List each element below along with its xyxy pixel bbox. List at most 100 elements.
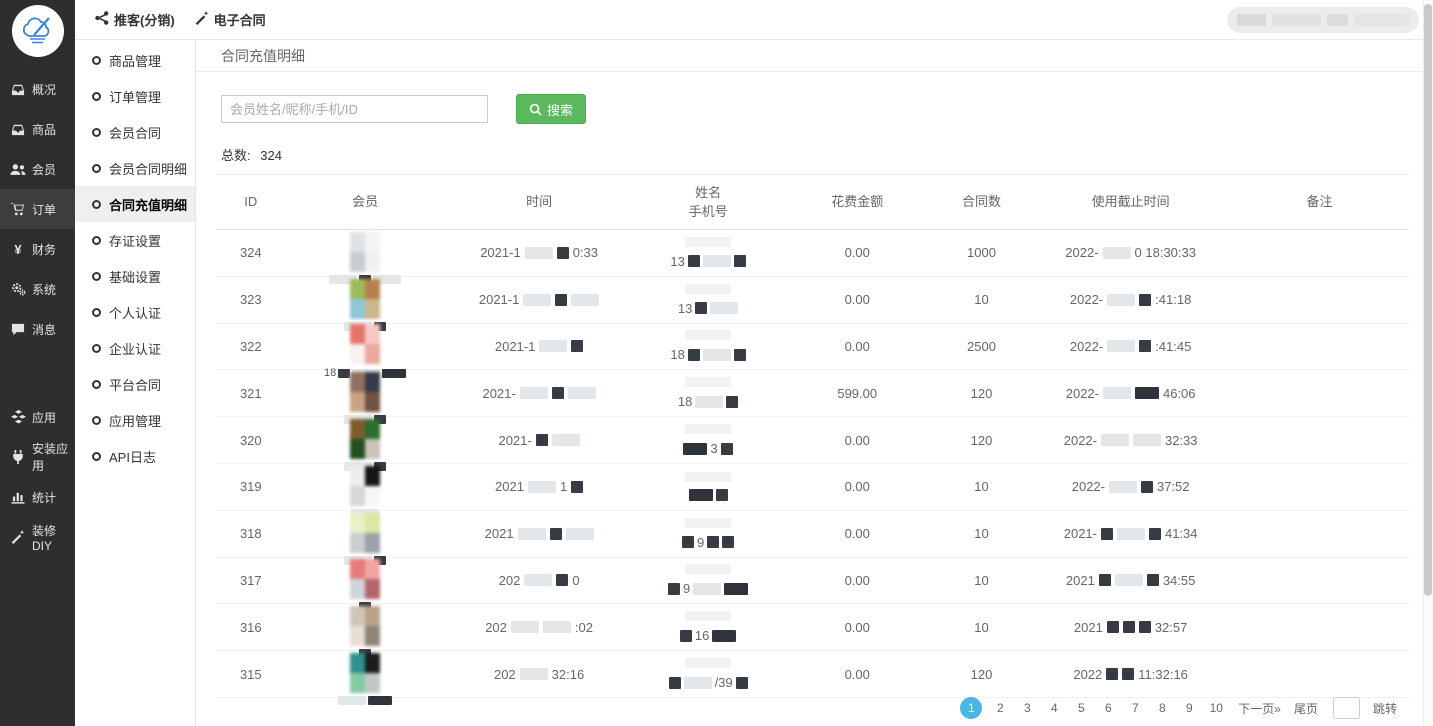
redacted-block: [523, 294, 551, 306]
search-button[interactable]: 搜索: [516, 94, 586, 124]
pagination-page[interactable]: 3: [1018, 698, 1036, 718]
sidebar-item-apps[interactable]: 应用: [0, 397, 75, 437]
redacted-block: [520, 668, 548, 680]
redacted-block: [1115, 574, 1143, 586]
submenu-item-3[interactable]: 会员合同明细: [75, 150, 195, 186]
cell-text-fragment: 1: [560, 479, 567, 494]
pagination-jump-input[interactable]: [1333, 697, 1360, 719]
pagination-page[interactable]: 5: [1072, 698, 1090, 718]
cell-text-fragment: 9: [683, 581, 690, 596]
avatar-fragment: [350, 626, 365, 646]
submenu-item-11[interactable]: API日志: [75, 438, 195, 474]
member-avatar: [350, 559, 380, 599]
pagination-page[interactable]: 6: [1099, 698, 1117, 718]
cell-expire: 2022-32:33: [1031, 433, 1230, 448]
sidebar-item-label: 系统: [32, 281, 56, 298]
cell-text-fragment: 16: [695, 628, 709, 643]
submenu-item-10[interactable]: 应用管理: [75, 402, 195, 438]
cell-expire: 2022-:41:45: [1031, 339, 1230, 354]
top-tab-distribution[interactable]: 推客(分销): [95, 10, 175, 29]
submenu-item-1[interactable]: 订单管理: [75, 78, 195, 114]
cell-text-fragment: 2022-: [1064, 433, 1097, 448]
pagination-page[interactable]: 9: [1180, 698, 1198, 718]
submenu-item-8[interactable]: 企业认证: [75, 330, 195, 366]
submenu-item-2[interactable]: 会员合同: [75, 114, 195, 150]
cell-amount: 0.00: [783, 339, 932, 354]
redacted-block: [1135, 387, 1159, 399]
cell-text-fragment: :02: [575, 620, 593, 635]
redacted-block: [1122, 668, 1134, 680]
pagination-current-page[interactable]: 1: [960, 697, 982, 719]
app-logo[interactable]: [12, 5, 64, 57]
cell-id: 315: [216, 667, 286, 682]
sidebar-item-goods[interactable]: 商品: [0, 109, 75, 149]
phone-line: /39: [669, 675, 748, 690]
submenu-item-9[interactable]: 平台合同: [75, 366, 195, 402]
pagination-next-button[interactable]: 下一页»: [1238, 700, 1281, 717]
sidebar-item-overview[interactable]: 概况: [0, 69, 75, 109]
submenu-item-6[interactable]: 基础设置: [75, 258, 195, 294]
pagination-page[interactable]: 2: [991, 698, 1009, 718]
cell-expire: 202134:55: [1031, 573, 1230, 588]
pagination-page[interactable]: 7: [1126, 698, 1144, 718]
circle-bullet-icon: [92, 452, 101, 461]
avatar-fragment: [365, 279, 380, 299]
avatar-fragment: [365, 533, 380, 553]
column-header: 合同数: [932, 192, 1031, 212]
top-tab-e-contract[interactable]: 电子合同: [195, 10, 266, 29]
search-input[interactable]: [221, 95, 488, 123]
cell-expire: 2022-0 18:30:33: [1031, 245, 1230, 260]
pagination-page[interactable]: 8: [1153, 698, 1171, 718]
cell-text-fragment: 2022-: [1072, 479, 1105, 494]
cell-text-fragment: 2021-1: [480, 245, 520, 260]
pagination-last-button[interactable]: 尾页: [1294, 700, 1318, 717]
redacted-block: [1109, 481, 1137, 493]
cell-contracts: 120: [932, 667, 1031, 682]
submenu-item-0[interactable]: 商品管理: [75, 42, 195, 78]
cell-time: 2020: [445, 573, 634, 588]
cell-text-fragment: 3: [710, 441, 717, 456]
scrollbar-thumb[interactable]: [1424, 4, 1432, 596]
page-scrollbar[interactable]: [1423, 0, 1433, 726]
avatar-fragment: [350, 466, 365, 486]
user-menu-redacted[interactable]: [1227, 7, 1419, 33]
submenu-item-4[interactable]: 合同充值明细: [75, 186, 195, 222]
pagination-page[interactable]: 10: [1207, 698, 1225, 718]
column-header: 时间: [445, 192, 634, 212]
circle-bullet-icon: [92, 236, 101, 245]
sidebar-item-orders[interactable]: 订单: [0, 189, 75, 229]
submenu-item-7[interactable]: 个人认证: [75, 294, 195, 330]
circle-bullet-icon: [92, 344, 101, 353]
cell-text-fragment: 2021: [1074, 620, 1103, 635]
cell-time: 20232:16: [445, 667, 634, 682]
sidebar-item-system[interactable]: 系统: [0, 269, 75, 309]
cell-amount: 0.00: [783, 526, 932, 541]
redacted-block: [571, 340, 583, 352]
cell-text-fragment: 41:34: [1165, 526, 1198, 541]
sidebar-item-members[interactable]: 会员: [0, 149, 75, 189]
contracts-value: 10: [974, 573, 988, 588]
redacted-block: [703, 255, 731, 267]
submenu-item-label: 个人认证: [109, 303, 161, 322]
avatar-fragment: [350, 486, 365, 506]
row-id: 324: [240, 245, 262, 260]
redacted-block: [528, 481, 556, 493]
sidebar-item-install[interactable]: 安装应用: [0, 437, 75, 477]
avatar-fragment: [365, 324, 380, 344]
redacted-block: [520, 387, 548, 399]
cell-contracts: 120: [932, 386, 1031, 401]
cell-name-phone: [634, 472, 783, 501]
phone-line: 13: [670, 254, 745, 269]
avatar-fragment: [350, 232, 365, 252]
pagination-page[interactable]: 4: [1045, 698, 1063, 718]
submenu-item-5[interactable]: 存证设置: [75, 222, 195, 258]
redacted-block: [571, 481, 583, 493]
sidebar-item-finance[interactable]: ¥财务: [0, 229, 75, 269]
row-id: 320: [240, 433, 262, 448]
sidebar-item-diy[interactable]: 装修DIY: [0, 517, 75, 557]
cell-name-phone: 9: [634, 564, 783, 596]
cell-contracts: 10: [932, 573, 1031, 588]
redacted-block: [571, 294, 599, 306]
sidebar-item-stats[interactable]: 统计: [0, 477, 75, 517]
sidebar-item-message[interactable]: 消息: [0, 309, 75, 349]
